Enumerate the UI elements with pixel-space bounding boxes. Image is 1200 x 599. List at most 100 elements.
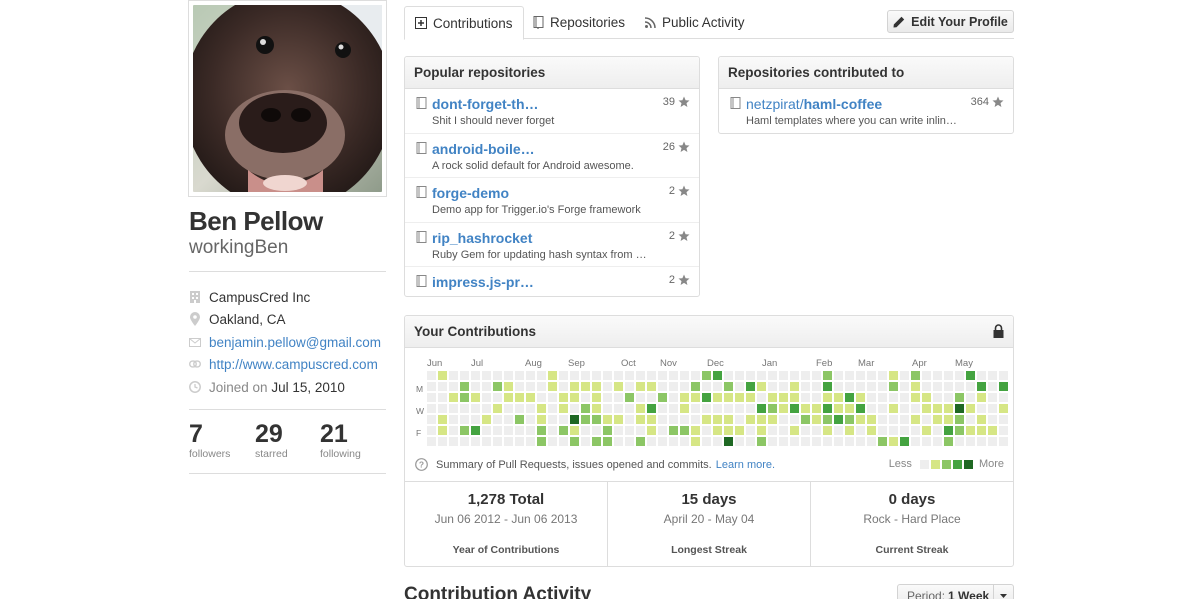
calendar-day[interactable]: [691, 437, 700, 446]
calendar-day[interactable]: [922, 404, 931, 413]
calendar-day[interactable]: [504, 437, 513, 446]
calendar-day[interactable]: [845, 404, 854, 413]
calendar-day[interactable]: [889, 415, 898, 424]
calendar-day[interactable]: [515, 382, 524, 391]
calendar-day[interactable]: [823, 426, 832, 435]
calendar-day[interactable]: [944, 371, 953, 380]
calendar-day[interactable]: [680, 371, 689, 380]
calendar-day[interactable]: [757, 382, 766, 391]
calendar-day[interactable]: [537, 426, 546, 435]
popular-repo-row[interactable]: forge-demo Demo app for Trigger.io's Forg…: [405, 178, 699, 223]
calendar-day[interactable]: [647, 404, 656, 413]
calendar-day[interactable]: [966, 404, 975, 413]
calendar-day[interactable]: [603, 437, 612, 446]
calendar-day[interactable]: [801, 404, 810, 413]
calendar-day[interactable]: [493, 426, 502, 435]
calendar-day[interactable]: [636, 371, 645, 380]
calendar-day[interactable]: [504, 426, 513, 435]
calendar-day[interactable]: [977, 393, 986, 402]
calendar-day[interactable]: [735, 371, 744, 380]
calendar-day[interactable]: [581, 426, 590, 435]
calendar-day[interactable]: [691, 426, 700, 435]
calendar-day[interactable]: [757, 404, 766, 413]
calendar-day[interactable]: [834, 393, 843, 402]
calendar-day[interactable]: [856, 371, 865, 380]
calendar-day[interactable]: [911, 382, 920, 391]
calendar-day[interactable]: [702, 415, 711, 424]
calendar-day[interactable]: [680, 437, 689, 446]
calendar-day[interactable]: [823, 371, 832, 380]
calendar-day[interactable]: [504, 415, 513, 424]
calendar-day[interactable]: [856, 404, 865, 413]
calendar-day[interactable]: [548, 404, 557, 413]
calendar-day[interactable]: [713, 426, 722, 435]
calendar-day[interactable]: [845, 426, 854, 435]
calendar-day[interactable]: [658, 382, 667, 391]
calendar-day[interactable]: [900, 393, 909, 402]
calendar-day[interactable]: [889, 371, 898, 380]
calendar-day[interactable]: [757, 415, 766, 424]
contributed-repo-row[interactable]: netzpirat/haml-coffee Haml templates whe…: [719, 89, 1013, 134]
calendar-day[interactable]: [801, 437, 810, 446]
calendar-day[interactable]: [988, 426, 997, 435]
calendar-day[interactable]: [900, 404, 909, 413]
calendar-day[interactable]: [999, 382, 1008, 391]
calendar-day[interactable]: [625, 393, 634, 402]
calendar-day[interactable]: [625, 404, 634, 413]
repo-name[interactable]: android-boile…: [432, 141, 535, 157]
calendar-day[interactable]: [735, 404, 744, 413]
calendar-day[interactable]: [911, 393, 920, 402]
calendar-day[interactable]: [559, 415, 568, 424]
calendar-day[interactable]: [658, 426, 667, 435]
calendar-day[interactable]: [966, 371, 975, 380]
calendar-day[interactable]: [526, 426, 535, 435]
calendar-day[interactable]: [471, 415, 480, 424]
calendar-day[interactable]: [933, 426, 942, 435]
calendar-day[interactable]: [482, 415, 491, 424]
calendar-day[interactable]: [680, 382, 689, 391]
calendar-day[interactable]: [603, 404, 612, 413]
calendar-day[interactable]: [548, 393, 557, 402]
calendar-day[interactable]: [834, 426, 843, 435]
calendar-day[interactable]: [449, 382, 458, 391]
repo-name[interactable]: forge-demo: [432, 185, 509, 201]
calendar-day[interactable]: [812, 393, 821, 402]
calendar-day[interactable]: [977, 382, 986, 391]
calendar-day[interactable]: [966, 426, 975, 435]
calendar-day[interactable]: [504, 371, 513, 380]
calendar-day[interactable]: [438, 404, 447, 413]
calendar-day[interactable]: [944, 426, 953, 435]
calendar-day[interactable]: [922, 393, 931, 402]
calendar-day[interactable]: [427, 393, 436, 402]
calendar-day[interactable]: [570, 437, 579, 446]
calendar-day[interactable]: [988, 393, 997, 402]
calendar-day[interactable]: [746, 404, 755, 413]
calendar-day[interactable]: [779, 382, 788, 391]
calendar-day[interactable]: [889, 393, 898, 402]
calendar-day[interactable]: [867, 415, 876, 424]
calendar-day[interactable]: [812, 426, 821, 435]
calendar-day[interactable]: [911, 437, 920, 446]
calendar-day[interactable]: [878, 404, 887, 413]
calendar-day[interactable]: [713, 437, 722, 446]
calendar-day[interactable]: [702, 393, 711, 402]
repo-name[interactable]: impress.js-pr…: [432, 274, 534, 290]
calendar-day[interactable]: [757, 371, 766, 380]
calendar-day[interactable]: [559, 426, 568, 435]
calendar-day[interactable]: [834, 415, 843, 424]
calendar-day[interactable]: [460, 426, 469, 435]
calendar-day[interactable]: [713, 415, 722, 424]
calendar-day[interactable]: [790, 371, 799, 380]
calendar-day[interactable]: [614, 437, 623, 446]
calendar-day[interactable]: [812, 415, 821, 424]
calendar-day[interactable]: [614, 426, 623, 435]
calendar-day[interactable]: [471, 404, 480, 413]
calendar-day[interactable]: [966, 415, 975, 424]
calendar-day[interactable]: [746, 382, 755, 391]
calendar-day[interactable]: [757, 426, 766, 435]
calendar-day[interactable]: [889, 426, 898, 435]
calendar-day[interactable]: [669, 404, 678, 413]
calendar-day[interactable]: [625, 437, 634, 446]
calendar-day[interactable]: [746, 393, 755, 402]
calendar-day[interactable]: [922, 437, 931, 446]
